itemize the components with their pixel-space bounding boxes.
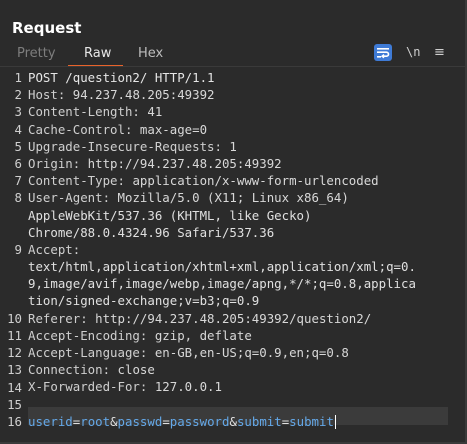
header-line: Accept: bbox=[28, 241, 460, 258]
line-number: 14 bbox=[7, 379, 22, 395]
header-name: Cache-Control: bbox=[28, 121, 133, 137]
line-number: 11 bbox=[7, 328, 22, 343]
line-number: 3 bbox=[14, 104, 22, 120]
header-value: Mozilla/5.0 (X11; Linux x86_64) bbox=[110, 190, 349, 206]
header-value: application/x-www-form-urlencoded bbox=[124, 173, 379, 189]
header-value: gzip, deflate bbox=[147, 327, 252, 343]
param-value: submit bbox=[289, 413, 334, 429]
header-line: X-Forwarded-For: 127.0.0.1 bbox=[28, 378, 460, 395]
param-name: passwd bbox=[117, 413, 163, 429]
line-number: 15 bbox=[7, 396, 22, 412]
header-value: max-age=0 bbox=[132, 121, 208, 137]
header-name: Accept-Language: bbox=[28, 345, 148, 360]
request-line: POST /question2/ HTTP/1.1 bbox=[28, 70, 215, 85]
param-name: userid bbox=[28, 413, 73, 429]
request-panel: Request Pretty Raw Hex \n ≡ 1 2 3 4 5 6 7 8 9 10 1… bbox=[0, 0, 467, 444]
wrap-lines-button[interactable] bbox=[374, 44, 392, 61]
param-separator: & bbox=[110, 413, 118, 429]
line-number-gutter: 1 2 3 4 5 6 7 8 9 10 11 12 13 14 15 16 bbox=[0, 67, 24, 443]
show-newlines-button[interactable]: \n bbox=[406, 45, 420, 59]
header-name: Referer: bbox=[28, 310, 88, 326]
header-value: http://94.237.48.205:49392/question2/ bbox=[87, 310, 372, 326]
header-value: 1 bbox=[221, 138, 237, 154]
header-line: Upgrade-Insecure-Requests: 1 bbox=[28, 138, 460, 155]
menu-icon[interactable]: ≡ bbox=[434, 45, 445, 60]
raw-editor[interactable]: 1 2 3 4 5 6 7 8 9 10 11 12 13 14 15 16 POST /question2/… bbox=[0, 66, 465, 443]
text-line: 9,image/avif,image/webp,image/apng,*/*;q… bbox=[28, 276, 416, 292]
header-name: Upgrade-Insecure-Requests: bbox=[28, 138, 222, 154]
header-name: X-Forwarded-For: bbox=[28, 379, 148, 395]
text-line: Chrome/88.0.4324.96 Safari/537.36 bbox=[28, 224, 275, 240]
header-line: Origin: http://94.237.48.205:49392 bbox=[28, 155, 460, 172]
header-line: Accept-Language: en-GB,en-US;q=0.9,en;q=… bbox=[28, 344, 460, 361]
header-name: Content-Type: bbox=[28, 173, 125, 189]
line-number: 10 bbox=[7, 310, 22, 326]
line-number: 2 bbox=[14, 87, 22, 103]
param-equals: = bbox=[162, 413, 170, 429]
line-number: 9 bbox=[14, 242, 22, 257]
wrap-lines-icon bbox=[377, 48, 390, 59]
line-number: 12 bbox=[7, 345, 22, 361]
line-number: 7 bbox=[14, 173, 22, 189]
line-number: 4 bbox=[14, 121, 22, 137]
header-name: User-Agent: bbox=[28, 190, 111, 206]
header-line: User-Agent: Mozilla/5.0 (X11; Linux x86_… bbox=[28, 189, 460, 206]
request-text[interactable]: POST /question2/ HTTP/1.1 Host: 94.237.48… bbox=[28, 69, 460, 430]
text-cursor bbox=[334, 415, 336, 430]
param-name: submit bbox=[236, 413, 282, 429]
tab-raw[interactable]: Raw bbox=[84, 46, 111, 61]
text-line: text/html,application/xhtml+xml,applicat… bbox=[28, 259, 416, 275]
header-line: Referer: http://94.237.48.205:49392/ques… bbox=[28, 310, 460, 327]
tab-hex[interactable]: Hex bbox=[138, 46, 163, 61]
header-value: close bbox=[110, 362, 155, 378]
header-value: 41 bbox=[139, 104, 163, 120]
header-name: Content-Length: bbox=[28, 104, 140, 120]
header-name: Host: bbox=[28, 87, 66, 103]
param-separator: & bbox=[229, 413, 237, 429]
header-name: Connection: bbox=[28, 362, 111, 378]
header-line: Content-Length: 41 bbox=[28, 103, 460, 120]
header-line: Host: 94.237.48.205:49392 bbox=[28, 86, 460, 103]
header-name: Origin: bbox=[28, 155, 81, 171]
header-line: Connection: close bbox=[28, 361, 460, 378]
line-number: 8 bbox=[14, 190, 22, 206]
text-line: tion/signed-exchange;v=b3;q=0.9 bbox=[28, 293, 260, 309]
header-value: en-GB,en-US;q=0.9,en;q=0.8 bbox=[147, 345, 349, 360]
view-tabs: Pretty Raw Hex bbox=[0, 44, 465, 67]
header-name: Accept-Encoding: bbox=[28, 327, 148, 343]
param-value: password bbox=[169, 413, 230, 429]
panel-title: Request bbox=[12, 19, 82, 37]
header-value: http://94.237.48.205:49392 bbox=[80, 155, 282, 171]
text-line bbox=[28, 396, 460, 413]
text-line: AppleWebKit/537.36 (KHTML, like Gecko) bbox=[28, 207, 312, 223]
param-value: root bbox=[80, 413, 111, 429]
tab-pretty[interactable]: Pretty bbox=[17, 46, 56, 61]
header-line: Accept-Encoding: gzip, deflate bbox=[28, 327, 460, 344]
line-number: 5 bbox=[14, 138, 22, 154]
header-line: Content-Type: application/x-www-form-url… bbox=[28, 172, 460, 189]
header-value: 127.0.0.1 bbox=[147, 379, 222, 395]
line-number: 6 bbox=[14, 156, 22, 171]
body-line: userid=root&passwd=password&submit=submi… bbox=[28, 413, 460, 430]
line-number: 1 bbox=[14, 70, 22, 85]
line-number: 13 bbox=[7, 362, 22, 378]
header-name: Accept: bbox=[28, 241, 81, 257]
line-number: 16 bbox=[7, 414, 22, 429]
header-line: Cache-Control: max-age=0 bbox=[28, 121, 460, 138]
header-value: 94.237.48.205:49392 bbox=[65, 87, 215, 103]
